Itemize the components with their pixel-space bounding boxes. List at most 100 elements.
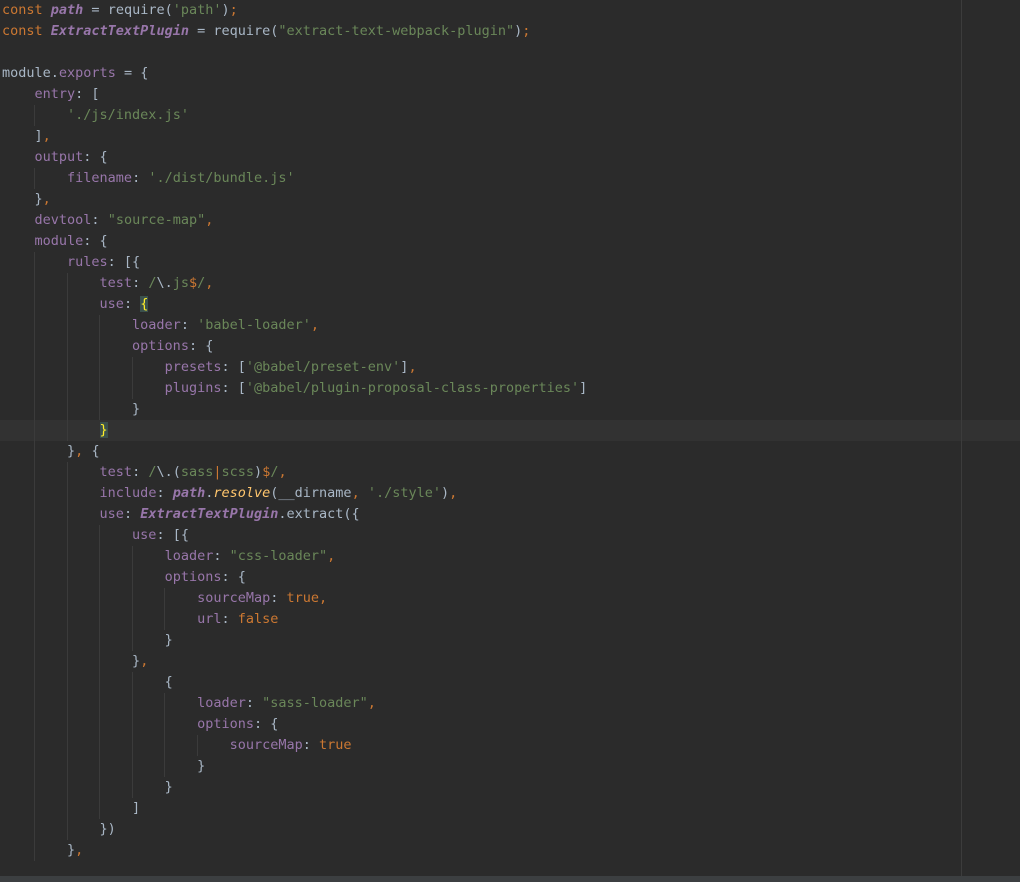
code-token: = <box>83 2 108 18</box>
code-token: } <box>164 632 173 648</box>
code-line[interactable]: sourceMap: true <box>0 735 1020 756</box>
code-token: output <box>34 149 84 165</box>
indent-guide <box>34 336 36 357</box>
indent-guide <box>131 714 133 735</box>
horizontal-scrollbar[interactable] <box>0 876 1020 882</box>
code-token: . <box>50 65 59 81</box>
indent-guide <box>66 798 68 819</box>
code-token: module <box>2 65 51 81</box>
code-line[interactable]: options: { <box>0 567 1020 588</box>
code-line[interactable]: }, { <box>0 441 1020 462</box>
code-token: ) <box>514 23 523 39</box>
code-line[interactable]: }, <box>0 189 1020 210</box>
code-token: : [{ <box>107 254 141 270</box>
code-token: scss <box>221 464 255 480</box>
code-line[interactable]: use: { <box>0 294 1020 315</box>
indent-guide <box>34 672 36 693</box>
code-line[interactable]: use: [{ <box>0 525 1020 546</box>
code-area[interactable]: const path = require('path'); const Extra… <box>0 0 1020 861</box>
code-token: : <box>123 296 141 312</box>
code-token: ] <box>34 128 43 144</box>
code-token: : [{ <box>156 527 189 543</box>
code-line[interactable]: } <box>0 399 1020 420</box>
indent-guide <box>131 672 133 693</box>
code-token: } <box>34 191 43 207</box>
code-token: '@babel/preset-env' <box>245 359 401 375</box>
code-line[interactable]: const ExtractTextPlugin = require("extra… <box>0 21 1020 42</box>
code-token: true <box>319 737 352 753</box>
code-line[interactable]: filename: './dist/bundle.js' <box>0 168 1020 189</box>
code-token: : { <box>188 338 214 354</box>
code-line[interactable]: sourceMap: true, <box>0 588 1020 609</box>
code-token: . <box>278 506 287 522</box>
code-line[interactable]: loader: "css-loader", <box>0 546 1020 567</box>
code-line[interactable]: include: path.resolve(__dirname, './styl… <box>0 483 1020 504</box>
code-line[interactable]: use: ExtractTextPlugin.extract({ <box>0 504 1020 525</box>
code-line[interactable]: output: { <box>0 147 1020 168</box>
code-token: , <box>278 464 287 480</box>
indent-guide <box>99 798 101 819</box>
code-line[interactable]: const path = require('path'); <box>0 0 1020 21</box>
code-line[interactable]: loader: "sass-loader", <box>0 693 1020 714</box>
code-token: entry <box>34 86 76 102</box>
code-line[interactable]: loader: 'babel-loader', <box>0 315 1020 336</box>
code-line[interactable]: } <box>0 630 1020 651</box>
indent-guide <box>66 672 68 693</box>
code-token: = <box>188 23 214 39</box>
code-line[interactable]: ], <box>0 126 1020 147</box>
code-line[interactable]: } <box>0 756 1020 777</box>
indent-guide <box>34 378 36 399</box>
code-token: , <box>310 317 320 333</box>
code-token: } <box>99 422 108 438</box>
code-line[interactable]: options: { <box>0 714 1020 735</box>
indent-guide <box>66 546 68 567</box>
code-token: devtool <box>34 212 92 228</box>
indent-guide <box>66 378 68 399</box>
code-line[interactable]: url: false <box>0 609 1020 630</box>
code-line[interactable]: module.exports = { <box>0 63 1020 84</box>
code-line[interactable]: } <box>0 420 1020 441</box>
code-token: resolve <box>213 485 271 501</box>
code-token: , <box>42 191 51 207</box>
code-token: } <box>132 401 141 417</box>
indent-guide <box>164 714 166 735</box>
indent-guide <box>66 819 68 840</box>
code-line[interactable]: module: { <box>0 231 1020 252</box>
code-line[interactable]: entry: [ <box>0 84 1020 105</box>
code-line[interactable]: }) <box>0 819 1020 840</box>
code-token: "extract-text-webpack-plugin" <box>278 23 515 39</box>
code-token: : { <box>83 233 108 249</box>
code-line[interactable] <box>0 42 1020 63</box>
code-line[interactable]: plugins: ['@babel/plugin-proposal-class-… <box>0 378 1020 399</box>
indent-guide <box>131 693 133 714</box>
code-line[interactable]: ] <box>0 798 1020 819</box>
code-line[interactable]: }, <box>0 651 1020 672</box>
code-token: sourceMap <box>229 737 303 753</box>
code-token: , <box>367 695 376 711</box>
code-line[interactable]: options: { <box>0 336 1020 357</box>
code-line[interactable]: devtool: "source-map", <box>0 210 1020 231</box>
code-token: , <box>75 842 84 858</box>
indent-guide <box>34 546 36 567</box>
indent-guide <box>66 462 68 483</box>
code-token: filename <box>67 170 133 186</box>
code-line[interactable]: './js/index.js' <box>0 105 1020 126</box>
code-line[interactable]: presets: ['@babel/preset-env'], <box>0 357 1020 378</box>
code-line[interactable]: } <box>0 777 1020 798</box>
indent-guide <box>66 273 68 294</box>
code-line[interactable]: rules: [{ <box>0 252 1020 273</box>
code-token: path <box>50 2 84 18</box>
indent-guide <box>34 735 36 756</box>
code-token: : <box>270 590 287 606</box>
code-line[interactable]: }, <box>0 840 1020 861</box>
code-line[interactable]: { <box>0 672 1020 693</box>
indent-guide <box>66 315 68 336</box>
code-line[interactable]: test: /\.(sass|scss)$/, <box>0 462 1020 483</box>
code-editor[interactable]: const path = require('path'); const Extra… <box>0 0 1020 882</box>
code-token: use <box>99 506 124 522</box>
indent-guide <box>99 735 101 756</box>
code-line[interactable]: test: /\.js$/, <box>0 273 1020 294</box>
code-token: } <box>67 842 76 858</box>
